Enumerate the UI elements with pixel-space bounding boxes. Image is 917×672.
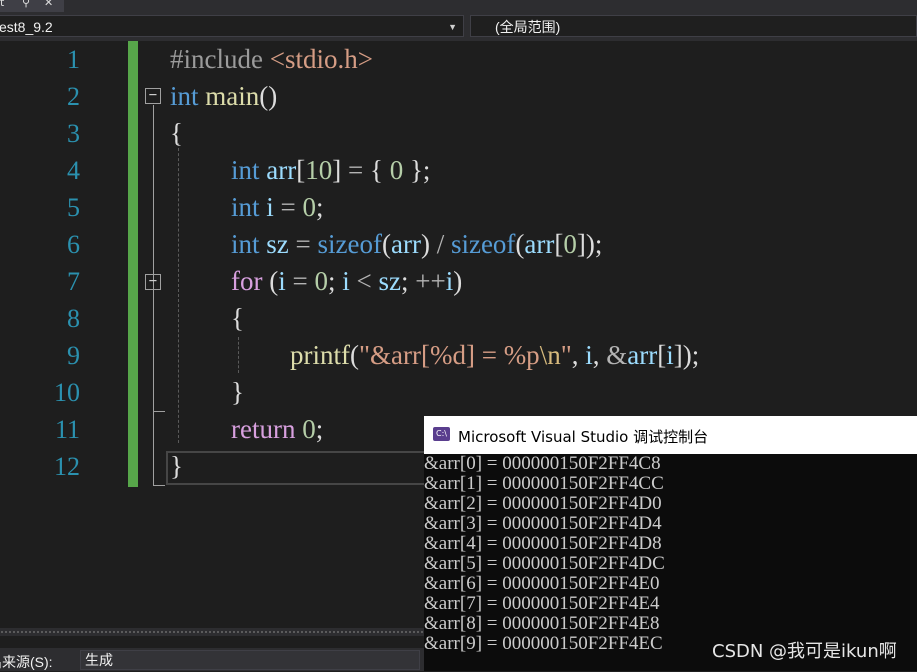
- code-line: 10 }: [0, 374, 917, 411]
- scope-dropdown[interactable]: (全局范围): [470, 15, 917, 37]
- pin-icon[interactable]: ⚲: [22, 0, 30, 9]
- tab-strip: t ⚲ ✕: [0, 0, 917, 12]
- console-line: &arr[1] = 000000150F2FF4CC: [424, 473, 664, 494]
- console-line: &arr[8] = 000000150F2FF4E8: [424, 613, 660, 634]
- console-line: &arr[2] = 000000150F2FF4D0: [424, 493, 662, 514]
- line-number: 1: [67, 45, 80, 74]
- code-line: 6 int sz = sizeof(arr) / sizeof(arr[0]);: [0, 226, 917, 263]
- line-number: 11: [54, 415, 80, 444]
- project-dropdown-value: est8_9.2: [0, 19, 53, 35]
- code-line: 2 int main(): [0, 78, 917, 115]
- code-text: }: [231, 377, 244, 407]
- line-number: 2: [67, 82, 80, 111]
- line-number: 7: [67, 267, 80, 296]
- console-line: &arr[0] = 000000150F2FF4C8: [424, 453, 661, 474]
- console-line: &arr[5] = 000000150F2FF4DC: [424, 553, 665, 574]
- code-line: 1 #include <stdio.h>: [0, 41, 917, 78]
- line-number: 12: [54, 452, 80, 481]
- code-line: 5 int i = 0;: [0, 189, 917, 226]
- outline-end-main: [153, 485, 165, 486]
- output-source-value: 生成: [85, 652, 113, 668]
- project-dropdown[interactable]: est8_9.2 ▼: [0, 15, 464, 37]
- code-line: 4 int arr[10] = { 0 };: [0, 152, 917, 189]
- dropdown-arrow-icon[interactable]: ▼: [448, 16, 457, 38]
- output-source-label: 出来源(S):: [0, 654, 53, 670]
- code-text: int arr[10] = { 0 };: [231, 155, 431, 185]
- line-number: 3: [67, 119, 80, 148]
- console-app-icon: C:\: [433, 427, 450, 441]
- console-line: &arr[6] = 000000150F2FF4E0: [424, 573, 660, 594]
- line-number: 6: [67, 230, 80, 259]
- code-text: int sz = sizeof(arr) / sizeof(arr[0]);: [231, 229, 603, 259]
- code-text: return 0;: [231, 414, 324, 444]
- line-number: 8: [67, 304, 80, 333]
- console-line: &arr[4] = 000000150F2FF4D8: [424, 533, 662, 554]
- console-titlebar[interactable]: C:\ Microsoft Visual Studio 调试控制台: [424, 416, 917, 454]
- document-tab[interactable]: t ⚲ ✕: [0, 0, 64, 12]
- line-number: 10: [54, 378, 80, 407]
- close-icon[interactable]: ✕: [44, 0, 53, 9]
- code-line: 3 {: [0, 115, 917, 152]
- code-text: {: [170, 118, 183, 148]
- code-line: 8 {: [0, 300, 917, 337]
- scope-dropdown-value: (全局范围): [495, 19, 561, 35]
- code-text: int i = 0;: [231, 192, 324, 222]
- debug-console-window[interactable]: C:\ Microsoft Visual Studio 调试控制台 &arr[0…: [424, 416, 917, 671]
- code-text: #include <stdio.h>: [170, 44, 373, 74]
- code-text: int main(): [170, 81, 278, 111]
- navigation-bar: est8_9.2 ▼ (全局范围): [0, 12, 917, 42]
- code-text: }: [170, 451, 183, 481]
- code-text: for (i = 0; i < sz; ++i): [231, 266, 463, 296]
- code-line: 7 for (i = 0; i < sz; ++i): [0, 263, 917, 300]
- tab-title-fragment: t: [0, 0, 5, 9]
- console-title: Microsoft Visual Studio 调试控制台: [458, 428, 709, 446]
- code-line: 9 printf("&arr[%d] = %p\n", i, &arr[i]);: [0, 337, 917, 374]
- line-number: 9: [67, 341, 80, 370]
- output-source-dropdown[interactable]: 生成: [80, 650, 420, 670]
- code-text: {: [231, 303, 244, 333]
- code-text: printf("&arr[%d] = %p\n", i, &arr[i]);: [290, 340, 700, 370]
- line-number: 4: [67, 156, 80, 185]
- console-line: &arr[3] = 000000150F2FF4D4: [424, 513, 662, 534]
- watermark-text: CSDN @我可是ikun啊: [712, 641, 897, 662]
- line-number: 5: [67, 193, 80, 222]
- console-line: &arr[7] = 000000150F2FF4E4: [424, 593, 660, 614]
- console-output: &arr[0] = 000000150F2FF4C8 &arr[1] = 000…: [424, 454, 917, 654]
